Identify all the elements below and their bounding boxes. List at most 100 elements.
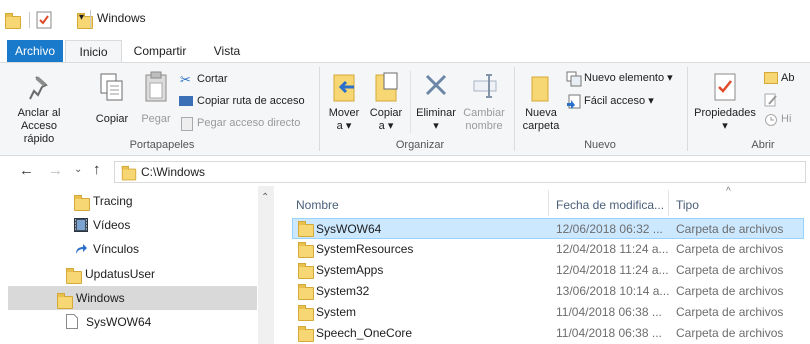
file-row[interactable]: SystemApps 12/04/2018 11:24 a... Carpeta… [292, 260, 804, 281]
copy-to-button[interactable]: Copiar a ▾ [366, 69, 406, 135]
folder-icon [5, 13, 21, 29]
move-to-button[interactable]: Mover a ▾ [324, 69, 364, 135]
properties-icon [714, 73, 736, 101]
file-name: Speech_OneCore [316, 326, 413, 340]
group-separator [514, 67, 515, 151]
file-list: Nombre Fecha de modifica... Tipo ^ SysWO… [280, 186, 810, 344]
paste-shortcut-icon [181, 117, 193, 131]
new-folder-button[interactable]: Nueva carpeta [518, 69, 564, 135]
column-header-type[interactable]: Tipo [676, 196, 699, 214]
customize-quick-access-icon[interactable]: ▾ [79, 12, 84, 23]
easy-access-button[interactable]: Fácil acceso ▾ [566, 93, 684, 111]
new-item-label: Nuevo elemento ▾ [584, 72, 673, 84]
tab-vista[interactable]: Vista [203, 40, 251, 62]
folder-icon [298, 284, 314, 300]
file-name: SystemResources [316, 242, 414, 256]
column-divider[interactable] [668, 190, 669, 216]
file-type: Carpeta de archivos [676, 222, 784, 236]
paste-icon [144, 71, 168, 103]
open-label: Ab [781, 72, 795, 84]
nav-item-updatususer[interactable]: UpdatusUser [0, 263, 258, 285]
delete-button[interactable]: Eliminar ▾ [414, 69, 458, 135]
folder-icon [74, 195, 90, 211]
cut-button[interactable]: ✂ Cortar [178, 71, 314, 89]
nav-item-links[interactable]: Vínculos [0, 238, 258, 260]
file-date: 12/04/2018 11:24 a... [556, 242, 669, 256]
folder-icon [121, 165, 137, 181]
easy-access-label: Fácil acceso ▾ [584, 95, 654, 107]
file-date: 12/04/2018 11:24 a... [556, 263, 669, 277]
back-arrow-icon[interactable]: ← [19, 162, 34, 179]
up-arrow-icon[interactable]: ↑ [93, 161, 101, 178]
file-row[interactable]: Speech_OneCore 11/04/2018 06:38 ... Carp… [292, 323, 804, 344]
scissors-icon: ✂ [180, 72, 191, 87]
link-arrow-icon [74, 242, 88, 256]
new-item-button[interactable]: Nuevo elemento ▾ [566, 70, 684, 88]
properties-dropdown-arrow: ▾ [722, 120, 728, 132]
nav-item-tracing[interactable]: Tracing [0, 190, 258, 212]
move-to-label: Mover [328, 107, 360, 119]
copy-button[interactable]: Copiar [92, 71, 132, 135]
copy-path-icon [179, 96, 193, 106]
nav-scrollbar[interactable]: ⌃ [258, 186, 274, 344]
delete-x-icon [424, 73, 448, 97]
open-button[interactable]: Ab [764, 70, 810, 88]
paste-button[interactable]: Pegar [136, 71, 176, 135]
history-icon [764, 113, 778, 127]
file-name: System [316, 305, 357, 319]
group-label-organize: Organizar [395, 139, 445, 151]
history-button[interactable]: Hi [764, 111, 810, 129]
file-row[interactable]: System32 13/06/2018 10:14 a... Carpeta d… [292, 281, 804, 302]
paste-shortcut-button[interactable]: Pegar acceso directo [178, 115, 314, 133]
file-row[interactable]: System 11/04/2018 06:38 ... Carpeta de a… [292, 302, 804, 323]
folder-icon [57, 293, 73, 309]
group-separator [687, 67, 688, 151]
folder-icon [298, 221, 314, 237]
edit-button[interactable] [764, 91, 810, 109]
file-row[interactable]: SysWOW64 12/06/2018 06:32 ... Carpeta de… [292, 218, 804, 239]
copy-to-icon [374, 71, 400, 103]
group-label-clipboard: Portapapeles [129, 139, 195, 151]
properties-button[interactable]: Propiedades ▾ [690, 69, 760, 135]
nav-item-label: Tracing [93, 194, 133, 208]
tab-archivo[interactable]: Archivo [7, 40, 63, 62]
paste-label: Pegar [141, 113, 171, 125]
file-date: 13/06/2018 10:14 a... [556, 284, 670, 298]
scroll-up-chevron-icon[interactable]: ⌃ [261, 192, 269, 203]
new-folder-icon [530, 75, 552, 103]
file-row[interactable]: SystemResources 12/04/2018 11:24 a... Ca… [292, 239, 804, 260]
nav-item-videos[interactable]: Vídeos [0, 214, 258, 236]
file-type: Carpeta de archivos [676, 284, 784, 298]
properties-quick-icon[interactable] [36, 11, 52, 29]
column-header-date[interactable]: Fecha de modifica... [556, 196, 664, 214]
tab-compartir[interactable]: Compartir [124, 40, 196, 62]
recent-locations-chevron-icon[interactable]: ⌄ [74, 164, 82, 175]
folder-icon [298, 326, 314, 342]
video-icon [74, 218, 88, 232]
group-separator [319, 67, 320, 151]
delete-label: Eliminar [416, 107, 456, 119]
window-title: Windows [97, 11, 146, 25]
nav-item-syswow64[interactable]: SysWOW64 [0, 311, 258, 333]
copy-path-button[interactable]: Copiar ruta de acceso [178, 93, 314, 111]
column-header-name[interactable]: Nombre [296, 196, 339, 214]
column-divider[interactable] [548, 190, 549, 216]
group-label-open: Abrir [751, 139, 775, 151]
tab-inicio[interactable]: Inicio [65, 40, 122, 63]
delete-label-2: ▾ [433, 120, 439, 132]
file-name: SystemApps [316, 263, 384, 277]
nav-item-label: SysWOW64 [86, 315, 152, 329]
nav-item-windows[interactable]: Windows [8, 286, 257, 310]
pin-quick-access-button[interactable]: Anclar al Acceso rápido [8, 71, 70, 145]
copy-icon [100, 73, 124, 103]
nav-item-label: Vínculos [93, 242, 140, 256]
title-bar: ▾ Windows [0, 0, 810, 40]
copy-path-label: Copiar ruta de acceso [197, 95, 305, 107]
forward-arrow-icon[interactable]: → [48, 162, 63, 179]
address-path[interactable]: C:\Windows [141, 165, 205, 179]
file-type: Carpeta de archivos [676, 305, 784, 319]
open-icon [764, 72, 778, 84]
address-bar[interactable]: C:\Windows [114, 161, 806, 183]
rename-button[interactable]: Cambiar nombre [460, 69, 508, 135]
new-folder-label-2: carpeta [522, 120, 560, 132]
